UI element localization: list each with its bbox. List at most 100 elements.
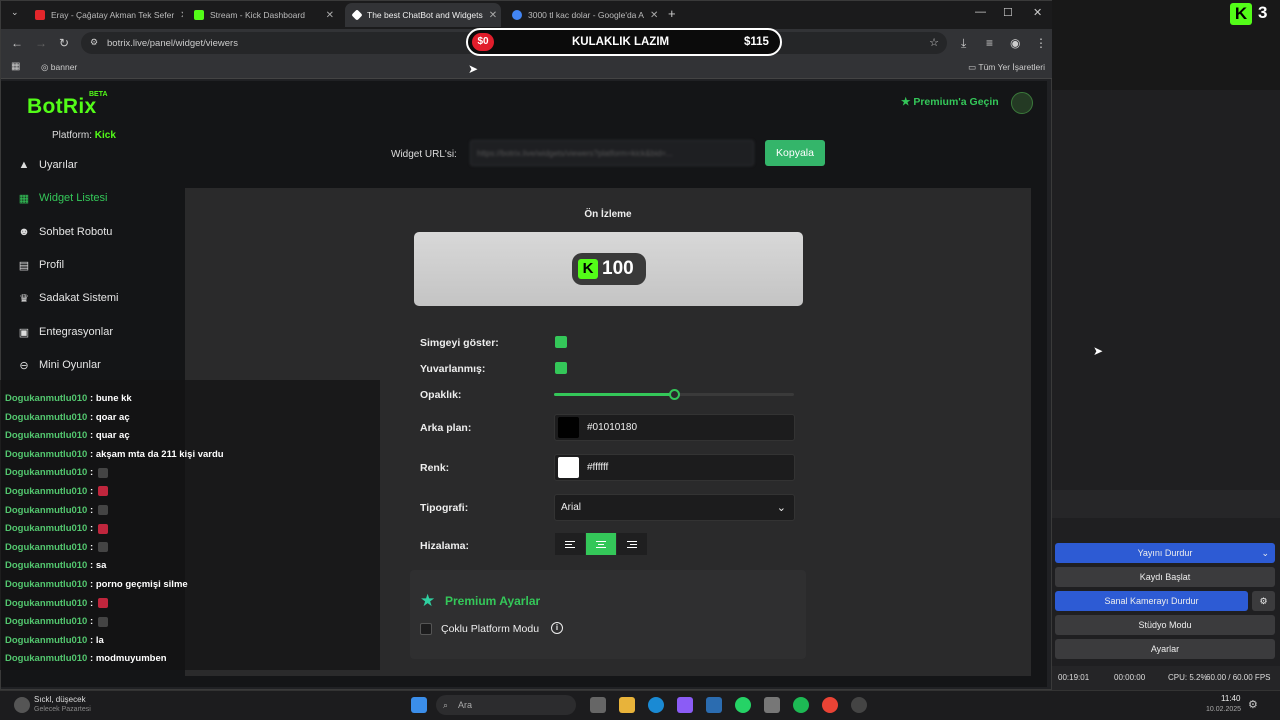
sidebar-item-chatbot[interactable]: ☻ Sohbet Robotu xyxy=(17,222,112,242)
weather-icon[interactable] xyxy=(14,697,30,713)
apps-icon[interactable]: ▦ xyxy=(11,61,20,72)
chat-text: akşam mta da 211 kişi vardu xyxy=(95,448,224,460)
window-close-icon[interactable]: ✕ xyxy=(1033,6,1042,19)
obs-controls-header xyxy=(1052,490,1280,518)
chevron-down-icon[interactable]: ⌄ xyxy=(1261,543,1269,563)
mail-icon[interactable] xyxy=(706,697,722,713)
chat-message: Dogukanmutlu010 : xyxy=(5,616,108,627)
show-icon-label: Simgeyi göster: xyxy=(420,337,499,349)
multi-platform-checkbox[interactable] xyxy=(420,623,432,635)
file-explorer-icon[interactable] xyxy=(619,697,635,713)
gear-icon[interactable]: ⚙ xyxy=(1252,591,1275,611)
site-info-icon[interactable]: ⚙ xyxy=(90,37,98,48)
widget-url-field[interactable]: https://botrix.live/widgets/viewers?plat… xyxy=(470,140,754,166)
maximize-icon[interactable]: ☐ xyxy=(1003,6,1013,19)
emote-icon xyxy=(97,523,108,534)
chat-separator: : xyxy=(87,467,96,479)
fps: 60.00 / 60.00 FPS xyxy=(1206,673,1271,682)
whatsapp-icon[interactable] xyxy=(735,697,751,713)
opacity-slider-handle[interactable] xyxy=(669,389,680,400)
viewer-count: 100 xyxy=(602,258,634,279)
sidebar-item-integrations[interactable]: ▣ Entegrasyonlar xyxy=(17,322,113,342)
tab-title: The best ChatBot and Widgets xyxy=(367,10,483,20)
premium-button[interactable]: ★ Premium'a Geçin xyxy=(901,96,999,108)
chat-username: Dogukanmutlu010 xyxy=(5,486,88,497)
close-icon[interactable]: ✕ xyxy=(650,10,658,21)
botrix-icon xyxy=(351,9,363,21)
edge-icon[interactable] xyxy=(648,697,664,713)
info-icon[interactable]: i xyxy=(551,622,563,634)
tab-google[interactable]: 3000 tl kac dolar - Google'da A ✕ xyxy=(504,3,660,27)
chat-text: la xyxy=(95,634,104,646)
kick-count: 3 xyxy=(1258,3,1268,22)
stop-stream-button[interactable]: Yayını Durdur ⌄ xyxy=(1055,543,1275,563)
align-center-button[interactable] xyxy=(586,533,616,555)
avatar[interactable] xyxy=(1011,92,1033,114)
download-icon[interactable]: ⤓ xyxy=(961,36,966,51)
color-swatch[interactable] xyxy=(558,457,579,478)
start-recording-button[interactable]: Kaydı Başlat xyxy=(1055,567,1275,587)
reload-icon[interactable]: ↻ xyxy=(59,36,69,50)
settings-button[interactable]: Ayarlar xyxy=(1055,639,1275,659)
chat-separator: : xyxy=(87,504,96,516)
tab-kick-dashboard[interactable]: Stream - Kick Dashboard ✕ xyxy=(186,3,342,27)
taskbar-search[interactable]: ⌕ Ara xyxy=(436,695,576,715)
star-icon[interactable]: ☆ xyxy=(929,36,939,49)
chat-separator: : xyxy=(87,541,96,553)
sidebar-item-profile[interactable]: ▤ Profil xyxy=(17,255,64,275)
align-right-button[interactable] xyxy=(617,533,647,555)
menu-icon[interactable]: ⋮ xyxy=(1035,36,1047,50)
stop-virtual-camera-button[interactable]: Sanal Kamerayı Durdur xyxy=(1055,591,1248,611)
forward-icon[interactable]: → xyxy=(35,36,47,50)
sidebar-item-label: Mini Oyunlar xyxy=(39,359,101,371)
background-swatch[interactable] xyxy=(558,417,579,438)
tab-search-icon[interactable]: ⌄ xyxy=(11,7,19,18)
copilot-icon[interactable] xyxy=(677,697,693,713)
close-icon[interactable]: ✕ xyxy=(326,10,334,21)
typography-label: Tipografi: xyxy=(420,502,469,514)
minimize-icon[interactable]: — xyxy=(975,6,986,18)
media-icon[interactable]: ≡ xyxy=(986,36,993,50)
sidebar-item-alerts[interactable]: ▲ Uyarılar xyxy=(17,155,78,175)
chat-message: Dogukanmutlu010 : la xyxy=(5,635,104,646)
google-icon xyxy=(512,10,522,20)
chat-username: Dogukanmutlu010 xyxy=(5,560,88,572)
close-icon[interactable]: ✕ xyxy=(489,10,497,21)
tab-eray[interactable]: Eray - Çağatay Akman Tek Sefer ✕ xyxy=(27,3,183,27)
spotify-icon[interactable] xyxy=(793,697,809,713)
text-color-input[interactable]: #ffffff xyxy=(554,454,795,481)
sidebar-item-loyalty[interactable]: ♛ Sadakat Sistemi xyxy=(17,288,118,308)
chat-text: porno geçmişi silme xyxy=(95,579,188,590)
typography-select[interactable]: Arial ⌄ xyxy=(554,494,795,521)
all-bookmarks[interactable]: ▭ Tüm Yer İşaretleri xyxy=(968,62,1045,73)
sidebar-item-label: Uyarılar xyxy=(39,159,78,171)
record-time: 00:00:00 xyxy=(1114,673,1146,682)
close-icon[interactable]: ✕ xyxy=(180,10,183,21)
show-icon-checkbox[interactable] xyxy=(555,336,567,348)
chrome-icon[interactable] xyxy=(822,697,838,713)
windows-start-icon[interactable] xyxy=(411,697,427,713)
tab-botrix[interactable]: The best ChatBot and Widgets ✕ xyxy=(345,3,501,27)
align-left-button[interactable] xyxy=(555,533,585,555)
back-icon[interactable]: ← xyxy=(11,36,23,50)
sidebar-item-mini-games[interactable]: ⊖ Mini Oyunlar xyxy=(17,355,101,375)
mouse-cursor-icon: ➤ xyxy=(468,62,479,76)
rounded-checkbox[interactable] xyxy=(555,362,567,374)
store-icon[interactable] xyxy=(764,697,780,713)
task-view-icon[interactable] xyxy=(590,697,606,713)
taskbar-search-label: Ara xyxy=(458,700,473,710)
new-tab-icon[interactable]: + xyxy=(668,6,676,21)
studio-mode-button[interactable]: Stüdyo Modu xyxy=(1055,615,1275,635)
obs-icon[interactable] xyxy=(851,697,867,713)
bookmark-banner[interactable]: ◎ banner xyxy=(41,62,77,73)
chat-username: Dogukanmutlu010 xyxy=(5,467,88,479)
profile-icon[interactable]: ◉ xyxy=(1010,36,1020,50)
platform-value: Kick xyxy=(94,130,116,141)
settings-tray-icon[interactable]: ⚙ xyxy=(1248,698,1258,711)
chat-message: Dogukanmutlu010 : akşam mta da 211 kişi … xyxy=(5,449,224,460)
opacity-slider[interactable] xyxy=(554,389,794,400)
sidebar-item-widget-list[interactable]: ▦ Widget Listesi xyxy=(17,188,108,208)
botrix-logo[interactable]: BotRix xyxy=(27,95,96,119)
copy-button[interactable]: Kopyala xyxy=(765,140,825,166)
background-color-input[interactable]: #01010180 xyxy=(554,414,795,441)
